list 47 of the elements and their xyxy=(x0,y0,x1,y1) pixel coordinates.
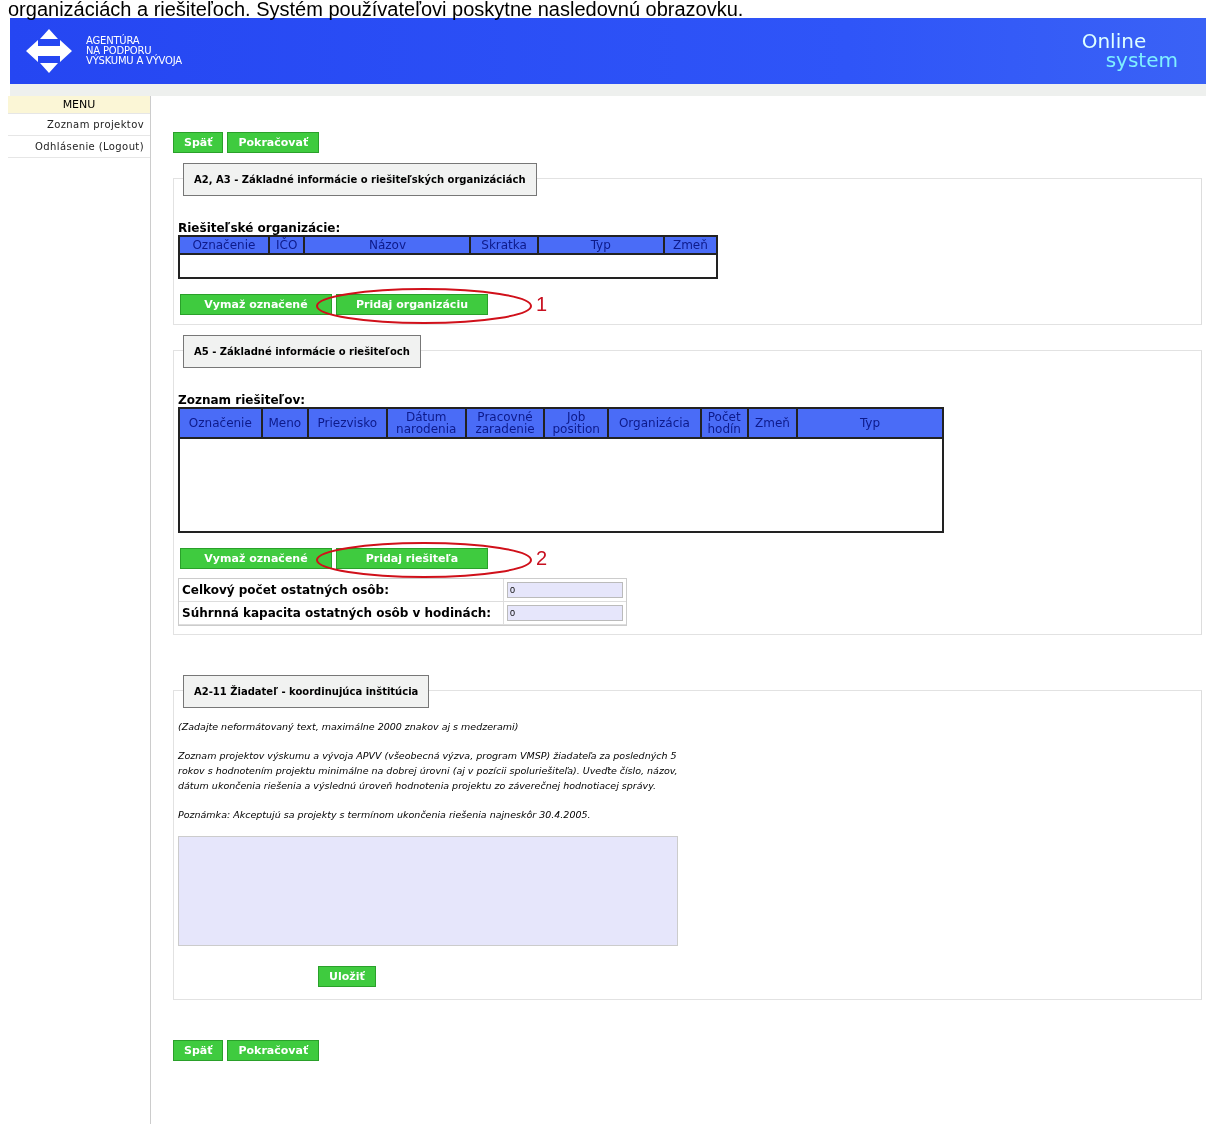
document-text: organizáciách a riešiteľoch. Systém používateľovi poskytne nasledovnú obrazovku. xyxy=(7,0,745,18)
field-label: Celkový počet ostatných osôb: xyxy=(179,579,504,601)
column-header: Skratka xyxy=(470,236,538,254)
double-arrow-logo-icon xyxy=(24,27,74,75)
column-header: Zmeň xyxy=(663,236,717,254)
column-header: Typ xyxy=(537,236,664,254)
column-header: Označenie xyxy=(179,408,262,438)
number-input[interactable]: 0 xyxy=(507,582,623,598)
instruction-text: (Zadajte neformátovaný text, maximálne 2000 znakov aj s medzerami) xyxy=(178,720,520,734)
column-header: Pracovné zaradenie xyxy=(465,408,545,438)
column-header: Názov xyxy=(304,236,471,254)
instruction-text: Zoznam projektov výskumu a vývoja APVV (všeobecná výzva, program VMSP) žiadateľa za posledných 5 rokov s hodnotením projektu minimálne na dobrej úrovni (aj v pozícii spoluriešiteľa). Uveďte číslo, názov, dátum ukončenia riešenia a výslednú úroveň hodnotenia projektu zo záverečnej hodnotiacej správy. xyxy=(178,749,678,793)
column-header: Priezvisko xyxy=(308,408,387,438)
add-button[interactable]: Pridaj riešiteľa xyxy=(336,548,488,569)
number-input[interactable]: 0 xyxy=(507,605,623,621)
delete-selected-button[interactable]: Vymaž označené xyxy=(180,294,332,315)
delete-selected-button[interactable]: Vymaž označené xyxy=(180,548,332,569)
menu-link[interactable]: Odhlásenie (Logout) xyxy=(8,136,150,158)
column-header: Počet hodín xyxy=(700,408,748,438)
section-title: A2-11 Žiadateľ - koordinujúca inštitúcia xyxy=(183,675,430,708)
table-title: Zoznam riešiteľov: xyxy=(178,393,307,407)
table-title: Riešiteľské organizácie: xyxy=(178,221,342,235)
annotation-number: 1 xyxy=(536,293,548,316)
column-header: Zmeň xyxy=(747,408,797,438)
add-button[interactable]: Pridaj organizáciu xyxy=(336,294,488,315)
nav-button[interactable]: Pokračovať xyxy=(227,132,320,153)
column-header: Meno xyxy=(261,408,309,438)
menu-heading: MENU xyxy=(8,96,150,114)
section-title: A5 - Základné informácie o riešiteľoch xyxy=(183,335,421,368)
agency-name: AGENTÚRA NA PODPORU VÝSKUMU A VÝVOJA xyxy=(86,36,182,66)
product-name: Online system xyxy=(1081,32,1178,70)
column-header: Označenie xyxy=(179,236,269,254)
nav-button[interactable]: Späť xyxy=(173,132,224,153)
instruction-text: Poznámka: Akceptujú sa projekty s termínom ukončenia riešenia najneskôr 30.4.2005. xyxy=(178,808,592,822)
nav-button[interactable]: Späť xyxy=(173,1040,224,1061)
nav-button[interactable]: Pokračovať xyxy=(227,1040,320,1061)
text-area[interactable] xyxy=(178,836,678,946)
annotation-number: 2 xyxy=(536,547,548,570)
column-header: Job position xyxy=(544,408,609,438)
column-header: IČO xyxy=(268,236,305,254)
section-title: A2, A3 - Základné informácie o riešiteľských organizáciách xyxy=(183,163,537,196)
column-header: Organizácia xyxy=(608,408,701,438)
menu-link[interactable]: Zoznam projektov xyxy=(8,114,150,136)
column-header: Typ xyxy=(797,408,943,438)
column-header: Dátum narodenia xyxy=(386,408,466,438)
field-label: Súhrnná kapacita ostatných osôb v hodinách: xyxy=(179,602,504,624)
save-button[interactable]: Uložiť xyxy=(318,966,376,987)
